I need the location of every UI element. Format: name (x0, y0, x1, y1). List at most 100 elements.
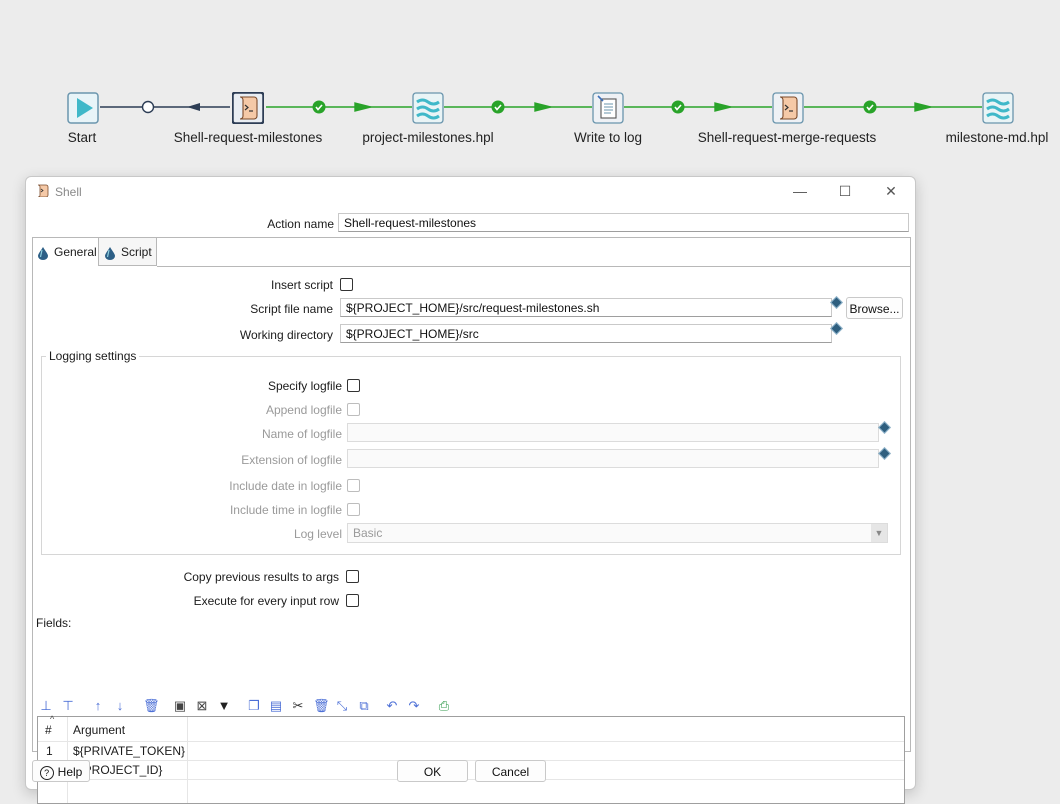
project-milestones-node[interactable] (412, 92, 444, 124)
undo-icon[interactable]: ↶ (385, 699, 399, 713)
name-of-logfile-label: Name of logfile (261, 427, 342, 441)
script-file-label: Script file name (250, 302, 333, 316)
insert-after-icon[interactable]: ⊤ (61, 699, 75, 713)
duplicate-icon[interactable]: ⧉ (357, 699, 371, 713)
paste-icon[interactable]: ▤ (269, 699, 283, 713)
ok-button[interactable]: OK (397, 760, 468, 782)
maximize-icon[interactable]: ☐ (837, 183, 853, 199)
select-all-icon[interactable]: ▣ (173, 699, 187, 713)
logging-settings-group: Logging settings Specify logfile Append … (41, 349, 901, 555)
variable-icon[interactable] (878, 447, 891, 460)
log-level-select[interactable]: Basic ▼ (347, 523, 888, 543)
copy-results-label: Copy previous results to args (183, 570, 339, 584)
collapse-icon[interactable]: ⤡ (335, 699, 349, 713)
milestone-md-label: milestone-md.hpl (945, 130, 1049, 145)
include-time-checkbox[interactable] (347, 503, 360, 516)
insert-script-checkbox[interactable] (340, 278, 353, 291)
cut-icon[interactable]: ✂ (291, 699, 305, 713)
row-number: 1 (46, 744, 53, 758)
extension-of-logfile-label: Extension of logfile (241, 453, 342, 467)
filter-icon[interactable]: ▼ (217, 699, 231, 713)
milestone-md-node[interactable] (982, 92, 1014, 124)
minimize-icon[interactable]: — (792, 183, 808, 199)
logging-settings-label: Logging settings (46, 349, 140, 363)
log-level-label: Log level (293, 527, 342, 541)
action-name-label: Action name (267, 217, 334, 231)
variable-icon[interactable] (830, 322, 843, 335)
dialog-titlebar[interactable]: Shell — ☐ ✕ (26, 177, 915, 205)
export-icon[interactable]: ⎙ (437, 699, 451, 713)
shell-script-icon (37, 184, 49, 197)
variable-icon[interactable] (830, 296, 843, 309)
clear-selection-icon[interactable]: ⊠ (195, 699, 209, 713)
insert-script-label: Insert script (270, 278, 333, 292)
copy-icon[interactable]: ❐ (247, 699, 261, 713)
pipeline-icon (412, 92, 444, 124)
dialog-title: Shell (55, 185, 82, 199)
log-level-value: Basic (353, 526, 383, 540)
tab-script-label: Script (121, 245, 152, 259)
working-directory-input[interactable]: ${PROJECT_HOME}/src (340, 324, 832, 343)
variable-icon[interactable] (878, 421, 891, 434)
chevron-down-icon[interactable]: ▼ (871, 524, 887, 542)
name-of-logfile-input[interactable] (347, 423, 879, 442)
action-name-input[interactable]: Shell-request-milestones (338, 213, 909, 232)
working-directory-label: Working directory (239, 328, 333, 342)
tab-script[interactable]: Script (99, 238, 157, 266)
tab-panel: General Script Insert script Script file… (32, 237, 911, 804)
write-log-icon (592, 92, 624, 124)
project-milestones-label: project-milestones.hpl (362, 130, 494, 145)
script-tab-icon (105, 246, 115, 260)
delete-row-icon[interactable]: 🗑 (313, 699, 330, 713)
delete-icon[interactable]: 🗑 (143, 699, 160, 713)
insert-before-icon[interactable]: ⊥ (39, 699, 53, 713)
move-down-icon[interactable]: ↓ (113, 699, 127, 713)
extension-of-logfile-input[interactable] (347, 449, 879, 468)
help-button[interactable]: ? Help (32, 760, 90, 782)
pipeline-canvas[interactable]: Start Shell-request-milestones project-m… (0, 0, 1060, 170)
tab-general[interactable]: General (33, 238, 99, 266)
shell-request-merge-requests-label: Shell-request-merge-requests (697, 130, 877, 145)
row-divider (38, 760, 904, 761)
shell-request-merge-requests-node[interactable] (772, 92, 804, 124)
shell-dialog: Shell — ☐ ✕ Action name Shell-request-mi… (25, 176, 916, 804)
table-header (38, 717, 904, 741)
general-tab-icon (38, 246, 48, 260)
include-date-checkbox[interactable] (347, 479, 360, 492)
help-button-label: Help (57, 765, 83, 779)
column-header-argument[interactable]: Argument (73, 721, 125, 739)
shell-script-icon (231, 91, 265, 125)
shell-request-milestones-node[interactable] (231, 91, 265, 125)
close-icon[interactable]: ✕ (883, 183, 899, 199)
specify-logfile-checkbox[interactable] (347, 379, 360, 392)
start-icon (67, 92, 99, 124)
pipeline-icon (982, 92, 1014, 124)
copy-results-checkbox[interactable] (346, 570, 359, 583)
write-to-log-node[interactable] (592, 92, 624, 124)
append-logfile-checkbox[interactable] (347, 403, 360, 416)
column-header-num[interactable]: # (45, 721, 52, 739)
fields-label: Fields: (36, 616, 72, 630)
specify-logfile-label: Specify logfile (267, 379, 342, 393)
tab-divider (157, 266, 910, 267)
include-time-label: Include time in logfile (229, 503, 342, 517)
move-up-icon[interactable]: ↑ (91, 699, 105, 713)
help-icon: ? (39, 765, 54, 780)
shell-request-milestones-label: Shell-request-milestones (173, 130, 323, 145)
redo-icon[interactable]: ↷ (407, 699, 421, 713)
shell-script-icon (772, 92, 804, 124)
tab-general-label: General (54, 245, 97, 259)
include-date-label: Include date in logfile (229, 479, 342, 493)
arguments-table[interactable]: ^ # Argument 1 ${PRIVATE_TOKEN} 2 ${PROJ… (37, 714, 905, 804)
row-divider (38, 779, 904, 780)
script-file-input[interactable]: ${PROJECT_HOME}/src/request-milestones.s… (340, 298, 832, 317)
argument-cell[interactable]: ${PRIVATE_TOKEN} (73, 742, 185, 760)
execute-every-row-checkbox[interactable] (346, 594, 359, 607)
cancel-button[interactable]: Cancel (475, 760, 546, 782)
start-node-label: Start (67, 130, 97, 145)
browse-button[interactable]: Browse... (846, 297, 903, 319)
execute-every-row-label: Execute for every input row (193, 594, 339, 608)
start-node[interactable] (67, 92, 99, 124)
pipeline-hops (100, 100, 982, 114)
append-logfile-label: Append logfile (265, 403, 342, 417)
